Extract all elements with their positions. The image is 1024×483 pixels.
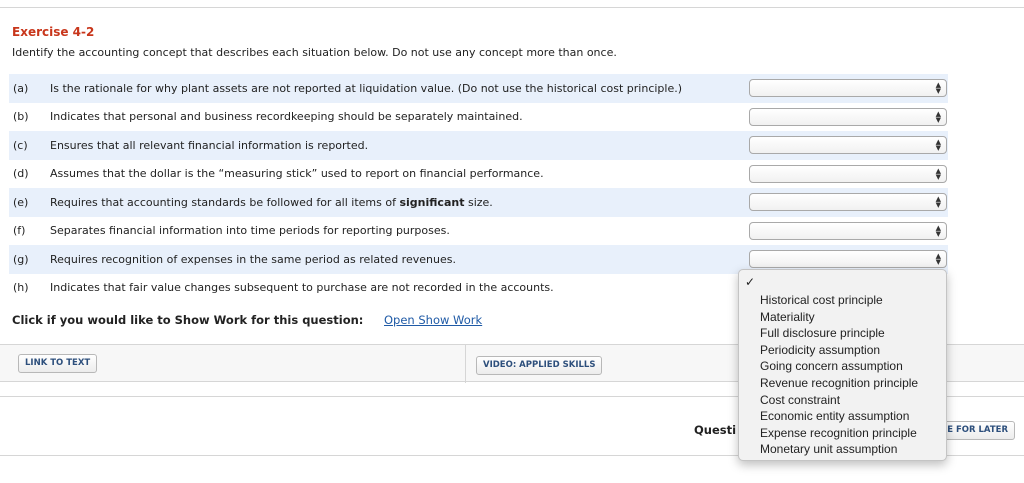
dropdown-option[interactable]: Full disclosure principle — [739, 325, 946, 342]
dropdown-option[interactable]: Revenue recognition principle — [739, 375, 946, 392]
question-letter: (d) — [13, 167, 29, 181]
link-to-text-button[interactable]: LINK TO TEXT — [18, 354, 98, 373]
question-letter: (a) — [13, 81, 29, 95]
concept-dropdown-menu[interactable]: ✓ Historical cost principle Materiality Fu… — [738, 269, 947, 461]
question-row: (c) Ensures that all relevant financial i… — [9, 131, 948, 160]
question-text-part: Requires recognition of expenses in the … — [50, 252, 456, 266]
video-applied-skills-button[interactable]: VIDEO: APPLIED SKILLS — [476, 356, 603, 375]
up-down-arrows-icon: ▲ ▼ — [935, 109, 941, 124]
question-table: (a) Is the rationale for why plant assets… — [9, 74, 948, 302]
question-text-part: Is the rationale for why plant assets ar… — [50, 81, 683, 95]
button-bar-divider — [465, 345, 466, 383]
concept-select[interactable]: ▲ ▼ — [749, 250, 947, 268]
question-letter: (h) — [13, 281, 29, 295]
concept-select[interactable]: ▲ ▼ — [749, 193, 947, 211]
up-down-arrows-icon: ▲ ▼ — [935, 223, 941, 238]
question-text: Requires recognition of expenses in the … — [50, 253, 456, 266]
question-text-emphasis: significant — [399, 195, 465, 209]
concept-select[interactable]: ▲ ▼ — [749, 136, 947, 154]
question-text-part: Indicates that fair value changes subseq… — [50, 281, 554, 295]
question-text-part: Indicates that personal and business rec… — [50, 110, 523, 124]
question-row: (e) Requires that accounting standards be… — [9, 188, 948, 217]
question-letter: (g) — [13, 252, 29, 266]
question-text: Ensures that all relevant financial info… — [50, 139, 368, 152]
exercise-instructions: Identify the accounting concept that des… — [12, 46, 617, 59]
checkmark-icon: ✓ — [745, 275, 756, 289]
dropdown-option[interactable]: Economic entity assumption — [739, 408, 946, 425]
question-text-part: Separates financial information into tim… — [50, 224, 450, 238]
exercise-title: Exercise 4-2 — [12, 25, 95, 39]
question-text: Is the rationale for why plant assets ar… — [50, 82, 682, 95]
question-row: (b) Indicates that personal and business … — [9, 103, 948, 132]
question-text: Requires that accounting standards be fo… — [50, 196, 493, 209]
dropdown-options: Historical cost principle Materiality Full… — [739, 292, 946, 458]
dropdown-option[interactable]: Expense recognition principle — [739, 425, 946, 442]
dropdown-option[interactable]: Historical cost principle — [739, 292, 946, 309]
up-down-arrows-icon: ▲ ▼ — [935, 81, 941, 95]
question-label: Questi — [694, 423, 737, 437]
dropdown-option[interactable]: Going concern assumption — [739, 358, 946, 375]
dropdown-option[interactable]: Monetary unit assumption — [739, 441, 946, 458]
question-text: Assumes that the dollar is the “measurin… — [50, 167, 544, 180]
question-letter: (b) — [13, 110, 29, 124]
question-text-part: Ensures that all relevant financial info… — [50, 138, 369, 152]
up-down-arrows-icon: ▲ ▼ — [935, 138, 941, 152]
question-text-part: size. — [464, 195, 493, 209]
dropdown-option[interactable]: Materiality — [739, 309, 946, 326]
concept-select[interactable]: ▲ ▼ — [749, 79, 947, 97]
dropdown-option[interactable]: Periodicity assumption — [739, 342, 946, 359]
open-show-work-link[interactable]: Open Show Work — [384, 313, 482, 327]
question-row: (f) Separates financial information into … — [9, 217, 948, 246]
question-text-part: Assumes that the dollar is the “measurin… — [50, 167, 544, 181]
question-letter: (c) — [13, 138, 28, 152]
concept-select[interactable]: ▲ ▼ — [749, 164, 947, 183]
up-down-arrows-icon: ▲ ▼ — [935, 166, 941, 181]
question-text: Indicates that fair value changes subseq… — [50, 281, 554, 294]
up-down-arrows-icon: ▲ ▼ — [935, 195, 941, 209]
up-down-arrows-icon: ▲ ▼ — [935, 252, 941, 266]
question-letter: (e) — [13, 195, 29, 209]
concept-select[interactable]: ▲ ▼ — [749, 107, 947, 126]
question-text: Separates financial information into tim… — [50, 224, 450, 237]
question-letter: (f) — [13, 224, 26, 238]
question-row: (d) Assumes that the dollar is the “measu… — [9, 160, 948, 189]
question-row: (a) Is the rationale for why plant assets… — [9, 74, 948, 103]
concept-select[interactable]: ▲ ▼ — [749, 221, 947, 240]
dropdown-option[interactable]: Cost constraint — [739, 392, 946, 409]
question-text-part: Requires that accounting standards be fo… — [50, 195, 400, 209]
question-text: Indicates that personal and business rec… — [50, 110, 523, 123]
show-work-prompt: Click if you would like to Show Work for… — [12, 313, 364, 327]
